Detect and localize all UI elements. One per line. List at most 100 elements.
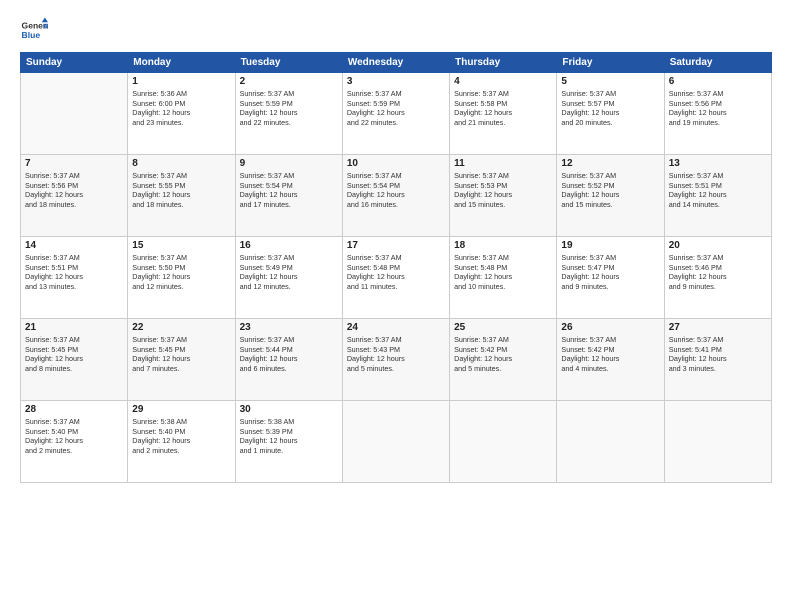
day-cell: 9 Sunrise: 5:37 AM Sunset: 5:54 PM Daylig…: [235, 155, 342, 237]
day-cell: 6 Sunrise: 5:37 AM Sunset: 5:56 PM Daylig…: [664, 73, 771, 155]
day-info: Sunrise: 5:37 AM Sunset: 5:54 PM Dayligh…: [240, 171, 338, 210]
day-cell: 27 Sunrise: 5:37 AM Sunset: 5:41 PM Dayli…: [664, 319, 771, 401]
day-number: 18: [454, 240, 552, 251]
col-header-tuesday: Tuesday: [235, 53, 342, 73]
day-cell: 29 Sunrise: 5:38 AM Sunset: 5:40 PM Dayli…: [128, 401, 235, 483]
day-info: Sunrise: 5:37 AM Sunset: 5:45 PM Dayligh…: [25, 335, 123, 374]
day-info: Sunrise: 5:37 AM Sunset: 5:49 PM Dayligh…: [240, 253, 338, 292]
day-info: Sunrise: 5:38 AM Sunset: 5:39 PM Dayligh…: [240, 417, 338, 456]
day-info: Sunrise: 5:37 AM Sunset: 5:51 PM Dayligh…: [25, 253, 123, 292]
day-info: Sunrise: 5:36 AM Sunset: 6:00 PM Dayligh…: [132, 89, 230, 128]
col-header-sunday: Sunday: [21, 53, 128, 73]
day-info: Sunrise: 5:37 AM Sunset: 5:42 PM Dayligh…: [561, 335, 659, 374]
day-info: Sunrise: 5:37 AM Sunset: 5:56 PM Dayligh…: [25, 171, 123, 210]
day-info: Sunrise: 5:37 AM Sunset: 5:59 PM Dayligh…: [240, 89, 338, 128]
day-number: 2: [240, 76, 338, 87]
day-cell: 18Sunrise: 5:37 AM Sunset: 5:48 PM Dayli…: [450, 237, 557, 319]
day-number: 23: [240, 322, 338, 333]
day-info: Sunrise: 5:37 AM Sunset: 5:47 PM Dayligh…: [561, 253, 659, 292]
day-cell: 22 Sunrise: 5:37 AM Sunset: 5:45 PM Dayli…: [128, 319, 235, 401]
day-info: Sunrise: 5:37 AM Sunset: 5:59 PM Dayligh…: [347, 89, 445, 128]
day-number: 19: [561, 240, 659, 251]
col-header-thursday: Thursday: [450, 53, 557, 73]
day-number: 22: [132, 322, 230, 333]
day-cell: 1 Sunrise: 5:36 AM Sunset: 6:00 PM Daylig…: [128, 73, 235, 155]
day-cell: 28Sunrise: 5:37 AM Sunset: 5:40 PM Dayli…: [21, 401, 128, 483]
week-row-5: 28Sunrise: 5:37 AM Sunset: 5:40 PM Dayli…: [21, 401, 772, 483]
week-row-2: 7 Sunrise: 5:37 AM Sunset: 5:56 PM Daylig…: [21, 155, 772, 237]
header: General Blue: [20, 16, 772, 44]
header-row: SundayMondayTuesdayWednesdayThursdayFrid…: [21, 53, 772, 73]
col-header-wednesday: Wednesday: [342, 53, 449, 73]
day-cell: 5 Sunrise: 5:37 AM Sunset: 5:57 PM Daylig…: [557, 73, 664, 155]
day-number: 11: [454, 158, 552, 169]
day-number: 24: [347, 322, 445, 333]
day-info: Sunrise: 5:37 AM Sunset: 5:51 PM Dayligh…: [669, 171, 767, 210]
day-number: 6: [669, 76, 767, 87]
day-number: 26: [561, 322, 659, 333]
day-info: Sunrise: 5:37 AM Sunset: 5:56 PM Dayligh…: [669, 89, 767, 128]
day-cell: 3Sunrise: 5:37 AM Sunset: 5:59 PM Daylig…: [342, 73, 449, 155]
day-number: 28: [25, 404, 123, 415]
day-number: 27: [669, 322, 767, 333]
day-number: 14: [25, 240, 123, 251]
day-info: Sunrise: 5:37 AM Sunset: 5:53 PM Dayligh…: [454, 171, 552, 210]
day-number: 4: [454, 76, 552, 87]
day-number: 12: [561, 158, 659, 169]
day-info: Sunrise: 5:37 AM Sunset: 5:46 PM Dayligh…: [669, 253, 767, 292]
day-cell: 19 Sunrise: 5:37 AM Sunset: 5:47 PM Dayli…: [557, 237, 664, 319]
day-cell: 20 Sunrise: 5:37 AM Sunset: 5:46 PM Dayli…: [664, 237, 771, 319]
day-info: Sunrise: 5:37 AM Sunset: 5:57 PM Dayligh…: [561, 89, 659, 128]
day-cell: 15 Sunrise: 5:37 AM Sunset: 5:50 PM Dayli…: [128, 237, 235, 319]
day-cell: [557, 401, 664, 483]
day-number: 17: [347, 240, 445, 251]
calendar-page: General Blue SundayMondayTuesdayWednesda…: [0, 0, 792, 612]
day-number: 30: [240, 404, 338, 415]
week-row-1: 1 Sunrise: 5:36 AM Sunset: 6:00 PM Daylig…: [21, 73, 772, 155]
day-cell: [664, 401, 771, 483]
week-row-4: 21 Sunrise: 5:37 AM Sunset: 5:45 PM Dayli…: [21, 319, 772, 401]
day-cell: 7 Sunrise: 5:37 AM Sunset: 5:56 PM Daylig…: [21, 155, 128, 237]
day-number: 5: [561, 76, 659, 87]
day-cell: 13 Sunrise: 5:37 AM Sunset: 5:51 PM Dayli…: [664, 155, 771, 237]
day-number: 9: [240, 158, 338, 169]
day-number: 13: [669, 158, 767, 169]
svg-text:Blue: Blue: [22, 30, 41, 40]
day-cell: 8Sunrise: 5:37 AM Sunset: 5:55 PM Daylig…: [128, 155, 235, 237]
day-cell: 16 Sunrise: 5:37 AM Sunset: 5:49 PM Dayli…: [235, 237, 342, 319]
day-cell: 12 Sunrise: 5:37 AM Sunset: 5:52 PM Dayli…: [557, 155, 664, 237]
day-number: 15: [132, 240, 230, 251]
day-cell: 30 Sunrise: 5:38 AM Sunset: 5:39 PM Dayli…: [235, 401, 342, 483]
day-info: Sunrise: 5:37 AM Sunset: 5:41 PM Dayligh…: [669, 335, 767, 374]
day-cell: [21, 73, 128, 155]
day-info: Sunrise: 5:37 AM Sunset: 5:42 PM Dayligh…: [454, 335, 552, 374]
day-cell: 14 Sunrise: 5:37 AM Sunset: 5:51 PM Dayli…: [21, 237, 128, 319]
day-number: 25: [454, 322, 552, 333]
day-info: Sunrise: 5:38 AM Sunset: 5:40 PM Dayligh…: [132, 417, 230, 456]
day-number: 10: [347, 158, 445, 169]
day-info: Sunrise: 5:37 AM Sunset: 5:48 PM Dayligh…: [347, 253, 445, 292]
day-info: Sunrise: 5:37 AM Sunset: 5:45 PM Dayligh…: [132, 335, 230, 374]
day-info: Sunrise: 5:37 AM Sunset: 5:54 PM Dayligh…: [347, 171, 445, 210]
day-cell: 26 Sunrise: 5:37 AM Sunset: 5:42 PM Dayli…: [557, 319, 664, 401]
day-number: 21: [25, 322, 123, 333]
day-number: 20: [669, 240, 767, 251]
day-info: Sunrise: 5:37 AM Sunset: 5:58 PM Dayligh…: [454, 89, 552, 128]
day-info: Sunrise: 5:37 AM Sunset: 5:52 PM Dayligh…: [561, 171, 659, 210]
day-cell: 24Sunrise: 5:37 AM Sunset: 5:43 PM Dayli…: [342, 319, 449, 401]
day-number: 16: [240, 240, 338, 251]
logo: General Blue: [20, 16, 48, 44]
day-number: 1: [132, 76, 230, 87]
day-cell: 25 Sunrise: 5:37 AM Sunset: 5:42 PM Dayli…: [450, 319, 557, 401]
day-cell: 11 Sunrise: 5:37 AM Sunset: 5:53 PM Dayli…: [450, 155, 557, 237]
day-number: 7: [25, 158, 123, 169]
calendar-table: SundayMondayTuesdayWednesdayThursdayFrid…: [20, 52, 772, 483]
logo-icon: General Blue: [20, 16, 48, 44]
day-cell: 10 Sunrise: 5:37 AM Sunset: 5:54 PM Dayli…: [342, 155, 449, 237]
day-info: Sunrise: 5:37 AM Sunset: 5:50 PM Dayligh…: [132, 253, 230, 292]
col-header-saturday: Saturday: [664, 53, 771, 73]
day-info: Sunrise: 5:37 AM Sunset: 5:55 PM Dayligh…: [132, 171, 230, 210]
day-number: 29: [132, 404, 230, 415]
day-info: Sunrise: 5:37 AM Sunset: 5:44 PM Dayligh…: [240, 335, 338, 374]
day-cell: 4 Sunrise: 5:37 AM Sunset: 5:58 PM Daylig…: [450, 73, 557, 155]
